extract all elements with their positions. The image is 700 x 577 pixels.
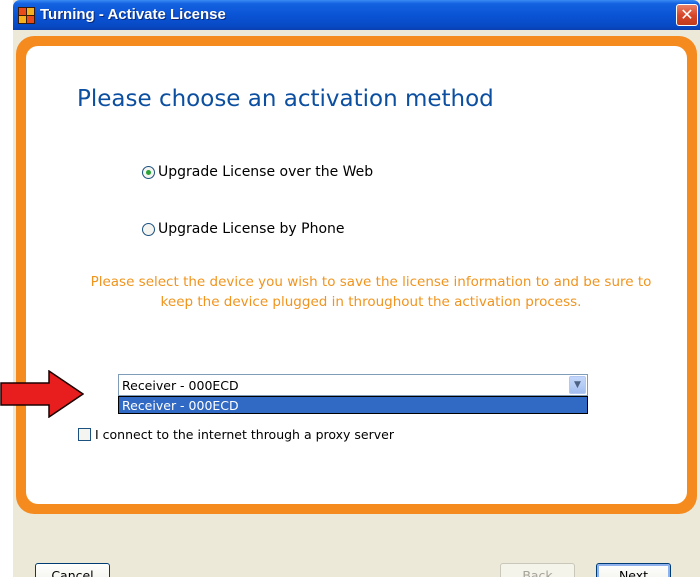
- radio-label-phone: Upgrade License by Phone: [158, 221, 345, 237]
- proxy-checkbox-label: I connect to the internet through a prox…: [95, 427, 394, 442]
- page-title: Please choose an activation method: [77, 86, 494, 112]
- proxy-checkbox[interactable]: [78, 428, 91, 441]
- window-title: Turning - Activate License: [40, 6, 226, 23]
- title-bar[interactable]: Turning - Activate License ✕: [13, 0, 700, 30]
- device-select-value: Receiver - 000ECD: [122, 378, 239, 393]
- chevron-down-icon[interactable]: ▼: [569, 376, 586, 394]
- cancel-button[interactable]: Cancel: [35, 563, 110, 577]
- device-select[interactable]: Receiver - 000ECD ▼: [118, 374, 588, 396]
- radio-button-selected[interactable]: [142, 165, 155, 179]
- turning-app-icon: [18, 7, 35, 24]
- close-icon[interactable]: ✕: [676, 4, 698, 26]
- radio-button-unselected[interactable]: [142, 222, 155, 236]
- activate-license-window: Turning - Activate License ✕ Please choo…: [13, 0, 700, 577]
- radio-upgrade-web[interactable]: Upgrade License over the Web: [142, 164, 373, 180]
- radio-upgrade-phone[interactable]: Upgrade License by Phone: [142, 221, 345, 237]
- next-button[interactable]: Next: [596, 563, 671, 577]
- content-panel: Please choose an activation method Upgra…: [26, 46, 687, 504]
- device-notice: Please select the device you wish to sav…: [90, 274, 652, 310]
- red-arrow-annotation: [0, 370, 84, 418]
- device-dropdown-list[interactable]: Receiver - 000ECD: [118, 396, 588, 414]
- radio-label-web: Upgrade License over the Web: [158, 164, 374, 180]
- orange-frame: Please choose an activation method Upgra…: [16, 36, 697, 514]
- dropdown-option[interactable]: Receiver - 000ECD: [122, 398, 239, 413]
- proxy-checkbox-row[interactable]: I connect to the internet through a prox…: [78, 427, 394, 442]
- back-button[interactable]: Back: [500, 563, 575, 577]
